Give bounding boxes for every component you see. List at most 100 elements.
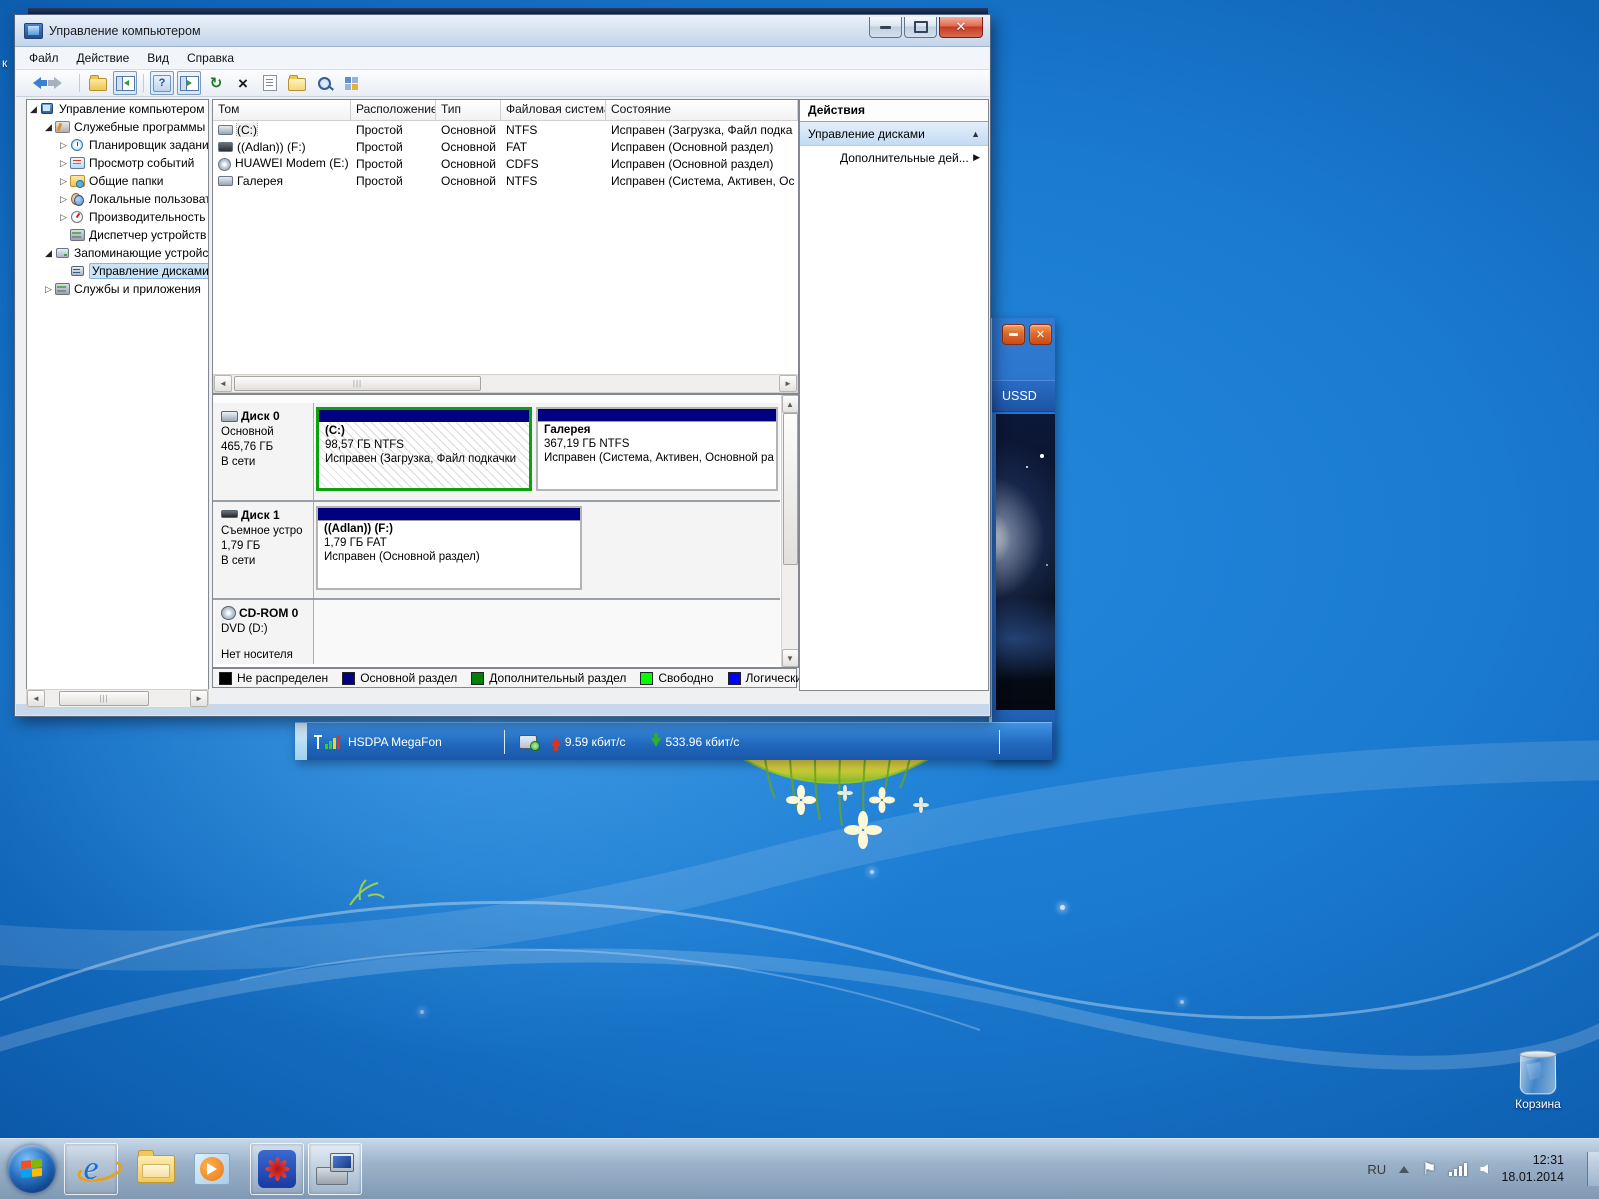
expander-icon[interactable]: ▷: [42, 284, 55, 295]
title-bar[interactable]: Управление компьютером ✕: [15, 15, 990, 47]
column-header[interactable]: Тип: [436, 100, 501, 120]
disk0-info[interactable]: Диск 0 Основной 465,76 ГБ В сети: [215, 403, 314, 500]
refresh-button[interactable]: ↻: [204, 71, 228, 95]
partition-gallery[interactable]: Галерея 367,19 ГБ NTFS Исправен (Система…: [536, 407, 778, 491]
expander-icon[interactable]: ▷: [57, 158, 70, 169]
cdrom-info[interactable]: CD-ROM 0 DVD (D:) Нет носителя: [215, 600, 314, 664]
scrollbar-thumb[interactable]: |||: [234, 376, 481, 391]
show-hidden-icons-chevron[interactable]: [1399, 1161, 1409, 1173]
upload-arrow-icon: [551, 732, 561, 746]
start-button[interactable]: [8, 1145, 56, 1193]
expander-icon[interactable]: ▷: [57, 212, 70, 223]
volume-row-adlan[interactable]: ((Adlan)) (F:) Простой Основной FAT Испр…: [213, 138, 798, 155]
help-button[interactable]: ?: [150, 71, 174, 95]
properties-button[interactable]: [258, 71, 282, 95]
scroll-right-arrow[interactable]: ►: [779, 375, 797, 392]
expander-icon[interactable]: ▷: [57, 194, 70, 205]
tree-item-performance[interactable]: ▷ Производительность: [27, 208, 208, 226]
action-center-flag-icon[interactable]: ⚑: [1422, 1159, 1436, 1179]
taskbar-ie-button[interactable]: e: [64, 1143, 118, 1195]
volume-icon[interactable]: [1480, 1164, 1488, 1174]
menu-view[interactable]: Вид: [138, 48, 178, 68]
modem-window-fragment: ✕ USSD: [989, 318, 1055, 760]
menu-action[interactable]: Действие: [68, 48, 139, 68]
collapse-arrow-icon[interactable]: ▲: [971, 129, 980, 139]
tree-item-services[interactable]: ▷ Службы и приложения: [27, 280, 208, 298]
tree-item-event-viewer[interactable]: ▷ Просмотр событий: [27, 154, 208, 172]
taskbar-media-player-button[interactable]: [186, 1144, 238, 1194]
tree-horizontal-scrollbar[interactable]: ◄ ||| ►: [26, 689, 209, 708]
expander-icon[interactable]: ◢: [42, 122, 55, 133]
partition-c[interactable]: (C:) 98,57 ГБ NTFS Исправен (Загрузка, Ф…: [316, 407, 532, 491]
column-header[interactable]: Расположение: [351, 100, 436, 120]
column-header[interactable]: Состояние: [606, 100, 798, 120]
recycle-bin[interactable]: Корзина: [1508, 1052, 1568, 1111]
expander-icon[interactable]: ◢: [27, 104, 40, 115]
disk-area-vertical-scrollbar[interactable]: ▲ ▼: [781, 395, 798, 667]
volume-row-gallery[interactable]: Галерея Простой Основной NTFS Исправен (…: [213, 172, 798, 189]
back-button[interactable]: [22, 71, 46, 95]
tree-item-storage[interactable]: ◢ Запоминающие устройст: [27, 244, 208, 262]
expander-icon[interactable]: ◢: [42, 248, 55, 259]
taskbar-computer-management-button[interactable]: [308, 1143, 362, 1195]
tree-item-root[interactable]: ◢ Управление компьютером (л: [27, 100, 208, 118]
show-console-tree-button[interactable]: [113, 71, 137, 95]
volume-row-c[interactable]: (C:) Простой Основной NTFS Исправен (Заг…: [213, 121, 798, 138]
tree-item-shared-folders[interactable]: ▷ Общие папки: [27, 172, 208, 190]
network-name: HSDPA MegaFon: [348, 735, 442, 749]
settings-button[interactable]: [339, 71, 363, 95]
scroll-up-arrow[interactable]: ▲: [782, 395, 799, 413]
expander-icon[interactable]: ▷: [57, 140, 70, 151]
taskbar-explorer-button[interactable]: [130, 1144, 182, 1194]
computer-management-taskbar-icon: [316, 1153, 354, 1185]
actions-disk-management[interactable]: Управление дисками ▲: [800, 122, 988, 146]
up-level-button[interactable]: [86, 71, 110, 95]
disk-management-icon: [70, 265, 85, 277]
forward-button[interactable]: [49, 71, 73, 95]
open-button[interactable]: [285, 71, 309, 95]
tray-clock[interactable]: 12:31 18.01.2014: [1501, 1152, 1564, 1186]
network-signal-icon[interactable]: [1449, 1162, 1467, 1176]
maximize-button[interactable]: [904, 17, 937, 38]
scroll-down-arrow[interactable]: ▼: [782, 649, 799, 667]
partition-adlan[interactable]: ((Adlan)) (F:) 1,79 ГБ FAT Исправен (Осн…: [316, 506, 582, 590]
tree-item-local-users[interactable]: ▷ Локальные пользовате: [27, 190, 208, 208]
separator: [504, 730, 505, 754]
delete-icon: ×: [238, 75, 248, 92]
tree-item-disk-management[interactable]: Управление дисками: [27, 262, 208, 280]
menu-help[interactable]: Справка: [178, 48, 243, 68]
scroll-left-arrow[interactable]: ◄: [214, 375, 232, 392]
scrollbar-thumb[interactable]: [783, 413, 798, 565]
separator: [999, 730, 1000, 754]
back-icon: [27, 77, 41, 89]
modem-tab-ussd[interactable]: USSD: [992, 380, 1055, 412]
legend-swatch: [640, 672, 653, 685]
console-tree: ◢ Управление компьютером (л ◢ Служебные …: [26, 99, 209, 691]
language-indicator[interactable]: RU: [1367, 1162, 1386, 1177]
volume-row-huawei[interactable]: HUAWEI Modem (E:) Простой Основной CDFS …: [213, 155, 798, 172]
volume-list-horizontal-scrollbar[interactable]: ◄ ||| ►: [213, 374, 798, 393]
tree-item-system-tools[interactable]: ◢ Служебные программы: [27, 118, 208, 136]
expander-icon[interactable]: ▷: [57, 176, 70, 187]
scroll-right-arrow[interactable]: ►: [190, 690, 208, 707]
modem-minimize-button[interactable]: [1002, 324, 1025, 345]
minimize-button[interactable]: [869, 17, 902, 38]
search-button[interactable]: [312, 71, 336, 95]
delete-button[interactable]: ×: [231, 71, 255, 95]
menu-file[interactable]: Файл: [20, 48, 68, 68]
disk1-row: Диск 1 Съемное устро 1,79 ГБ В сети ((Ad…: [213, 502, 780, 600]
legend-item: Основной раздел: [342, 671, 457, 685]
column-header[interactable]: Том: [213, 100, 351, 120]
scrollbar-thumb[interactable]: |||: [59, 691, 149, 706]
show-desktop-button[interactable]: [1587, 1152, 1599, 1186]
modem-close-button[interactable]: ✕: [1029, 324, 1052, 345]
disk1-info[interactable]: Диск 1 Съемное устро 1,79 ГБ В сети: [215, 502, 314, 598]
tree-item-task-scheduler[interactable]: ▷ Планировщик заданий: [27, 136, 208, 154]
close-button[interactable]: ✕: [939, 17, 983, 38]
tree-item-device-manager[interactable]: Диспетчер устройств: [27, 226, 208, 244]
show-action-pane-button[interactable]: [177, 71, 201, 95]
actions-more[interactable]: Дополнительные дей... ▶: [800, 146, 988, 169]
scroll-left-arrow[interactable]: ◄: [27, 690, 45, 707]
column-header[interactable]: Файловая система: [501, 100, 606, 120]
taskbar-huawei-button[interactable]: [250, 1143, 304, 1195]
